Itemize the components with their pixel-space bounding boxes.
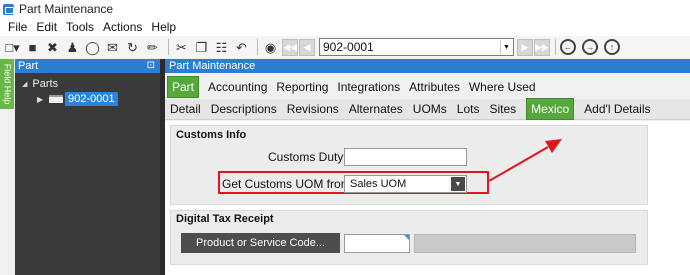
tab-alternates[interactable]: Alternates (349, 102, 403, 116)
part-icon (49, 95, 64, 103)
new-icon[interactable]: □▾ (4, 39, 21, 56)
part-selector[interactable]: 902-0001 ▼ (319, 38, 514, 56)
tab-attributes[interactable]: Attributes (409, 77, 460, 97)
tree-root-label: Parts (32, 78, 59, 90)
tab-mexico[interactable]: Mexico (526, 98, 575, 120)
next-record-icon[interactable]: ▶ (517, 38, 533, 56)
tab-where-used[interactable]: Where Used (469, 77, 536, 97)
customs-duty-label: Customs Duty: (268, 150, 347, 164)
forward-icon[interactable]: → (582, 39, 598, 55)
main-panel-header: Part Maintenance (165, 59, 690, 73)
refresh-icon[interactable]: ↻ (124, 39, 141, 56)
toolbar-separator (257, 39, 258, 55)
paste-icon[interactable]: ☷ (213, 39, 230, 56)
tab-detail[interactable]: Detail (170, 102, 201, 116)
delete-icon[interactable]: ✖ (44, 39, 61, 56)
tab-addl-details[interactable]: Add'l Details (584, 102, 650, 116)
menu-edit[interactable]: Edit (36, 20, 57, 34)
menu-help[interactable]: Help (151, 20, 176, 34)
copy-icon[interactable]: ❐ (193, 39, 210, 56)
tab-accounting[interactable]: Accounting (208, 77, 267, 97)
field-help-label: Field Help (2, 63, 12, 105)
people-icon[interactable]: ♟ (64, 39, 81, 56)
tree-root-parts[interactable]: ◢ Parts (22, 78, 58, 90)
customs-info-title: Customs Info (176, 129, 247, 141)
undo-icon[interactable]: ↶ (233, 39, 250, 56)
tab-reporting[interactable]: Reporting (276, 77, 328, 97)
menu-bar: File Edit Tools Actions Help (0, 18, 690, 36)
up-icon[interactable]: ↑ (604, 39, 620, 55)
title-bar: Part Maintenance (0, 0, 690, 18)
part-selector-value: 902-0001 (323, 40, 374, 54)
clear-icon[interactable]: ◯ (84, 39, 101, 56)
last-record-icon[interactable]: ▶▶ (534, 38, 550, 56)
previous-record-icon[interactable]: ◀ (299, 38, 315, 56)
menu-tools[interactable]: Tools (66, 20, 94, 34)
chevron-down-icon[interactable]: ▼ (500, 40, 512, 54)
toolbar: □▾ ■ ✖ ♟ ◯ ✉ ↻ ✏ ✂ ❐ ☷ ↶ ◉ ◀◀ ◀ 902-0001… (0, 36, 690, 58)
menu-actions[interactable]: Actions (103, 20, 142, 34)
tab-integrations[interactable]: Integrations (337, 77, 400, 97)
primary-tabs: Part Accounting Reporting Integrations A… (165, 74, 690, 99)
menu-file[interactable]: File (8, 20, 27, 34)
chevron-down-icon[interactable]: ▼ (451, 177, 465, 191)
pin-icon[interactable]: ⊡ (147, 59, 155, 73)
customs-uom-select[interactable]: Sales UOM ▼ (344, 175, 467, 193)
tab-part[interactable]: Part (167, 75, 200, 98)
product-code-field[interactable] (344, 234, 410, 253)
window-title: Part Maintenance (19, 2, 114, 16)
secondary-tabs: Detail Descriptions Revisions Alternates… (165, 98, 690, 120)
field-help-tab[interactable]: Field Help (0, 59, 14, 109)
collapsed-arrow-icon[interactable]: ▶ (37, 95, 43, 104)
tree-panel-title: Part (18, 60, 39, 72)
save-icon[interactable]: ■ (24, 39, 41, 56)
digital-tax-receipt-title: Digital Tax Receipt (176, 213, 274, 225)
tab-sites[interactable]: Sites (489, 102, 516, 116)
attachment-icon[interactable]: ✉ (104, 39, 121, 56)
cut-icon[interactable]: ✂ (173, 39, 190, 56)
customs-uom-value: Sales UOM (350, 178, 407, 190)
product-description-field (414, 234, 636, 253)
toolbar-separator (168, 39, 169, 55)
customs-uom-label: Get Customs UOM from: (222, 177, 355, 191)
back-icon[interactable]: ← (560, 39, 576, 55)
first-record-icon[interactable]: ◀◀ (282, 38, 298, 56)
tree-panel-header: Part ⊡ (15, 59, 160, 73)
app-icon (3, 3, 14, 15)
tab-descriptions[interactable]: Descriptions (211, 102, 277, 116)
expanded-arrow-icon[interactable]: ◢ (22, 80, 27, 88)
tab-uoms[interactable]: UOMs (413, 102, 447, 116)
customs-duty-field[interactable] (344, 148, 467, 166)
tree-node-part[interactable]: ▶ 902-0001 (37, 92, 118, 106)
tree-node-label[interactable]: 902-0001 (65, 92, 118, 106)
binoculars-icon[interactable]: ◉ (262, 39, 279, 56)
main-panel-title: Part Maintenance (169, 60, 256, 72)
tab-lots[interactable]: Lots (457, 102, 480, 116)
toolbar-separator (555, 39, 556, 55)
broom-icon[interactable]: ✏ (144, 39, 161, 56)
product-service-code-button[interactable]: Product or Service Code... (181, 233, 340, 253)
tab-revisions[interactable]: Revisions (287, 102, 339, 116)
